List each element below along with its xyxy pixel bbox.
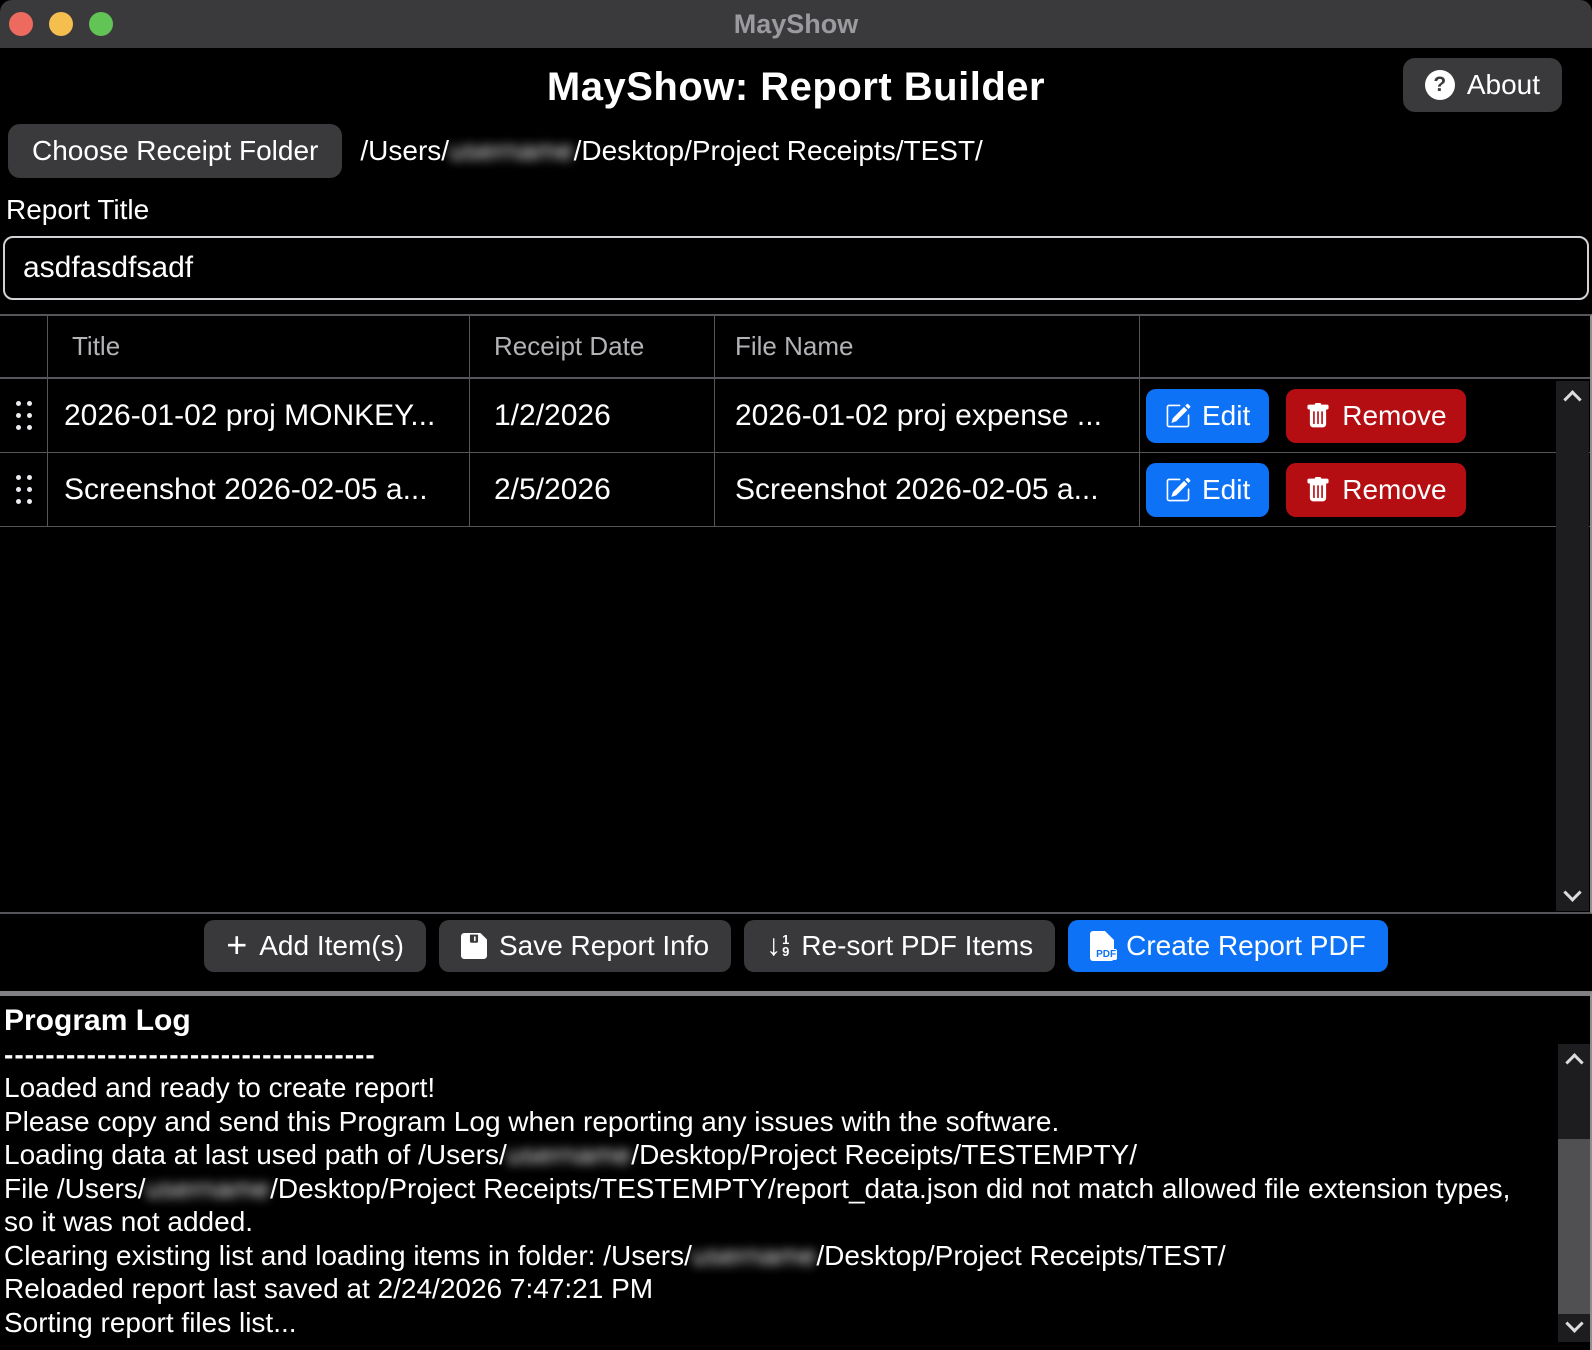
- choose-receipt-folder-button[interactable]: Choose Receipt Folder: [8, 124, 342, 178]
- remove-button-label: Remove: [1342, 400, 1446, 432]
- log-text: /Desktop/Project Receipts/TESTEMPTY/: [631, 1139, 1137, 1170]
- table-empty-area: [0, 527, 1590, 912]
- save-floppy-icon: [461, 933, 487, 959]
- item-file-name: 2026-01-02 proj expense ...: [715, 379, 1140, 452]
- sort-numeric-down-icon: ↓ 1 9: [766, 931, 789, 961]
- log-line: Loaded and ready to create report!: [4, 1071, 1547, 1105]
- titlebar: MayShow: [0, 0, 1592, 48]
- item-receipt-date: 1/2/2026: [470, 379, 715, 452]
- resort-pdf-items-button[interactable]: ↓ 1 9 Re-sort PDF Items: [744, 920, 1055, 972]
- sort-digit-bottom: 9: [782, 946, 789, 958]
- item-actions: Edit Remove: [1140, 453, 1590, 526]
- remove-button[interactable]: Remove: [1286, 463, 1465, 517]
- log-text: Loading data at last used path of /Users…: [4, 1139, 507, 1170]
- scroll-down-icon[interactable]: [1565, 1314, 1583, 1332]
- log-text: /Desktop/Project Receipts/TEST/: [816, 1240, 1225, 1271]
- pencil-square-icon: [1165, 477, 1191, 503]
- resort-pdf-items-label: Re-sort PDF Items: [801, 930, 1033, 962]
- log-line: File /Users/username/Desktop/Project Rec…: [4, 1172, 1547, 1239]
- arrow-down-glyph: ↓: [766, 931, 781, 961]
- program-log-separator: ------------------------------------: [4, 1038, 1547, 1071]
- create-report-pdf-button[interactable]: PDF Create Report PDF: [1068, 920, 1388, 972]
- log-text: Please copy and send this Program Log wh…: [4, 1106, 1059, 1137]
- question-circle-icon: ?: [1425, 70, 1455, 100]
- log-line: Loading data at last used path of /Users…: [4, 1138, 1547, 1172]
- item-title: 2026-01-02 proj MONKEY...: [48, 379, 470, 452]
- item-receipt-date: 2/5/2026: [470, 453, 715, 526]
- edit-button[interactable]: Edit: [1146, 389, 1269, 443]
- log-text: Reloaded report last saved at 2/24/2026 …: [4, 1273, 653, 1304]
- log-redacted: username: [146, 1173, 271, 1204]
- report-title-label: Report Title: [6, 194, 1592, 226]
- table-scrollbar[interactable]: [1556, 381, 1589, 911]
- item-file-name: Screenshot 2026-02-05 a...: [715, 453, 1140, 526]
- zoom-button[interactable]: [89, 12, 113, 36]
- path-prefix: /Users/: [360, 135, 449, 166]
- drag-handle-icon[interactable]: [0, 379, 48, 452]
- path-suffix: /Desktop/Project Receipts/TEST/: [574, 135, 983, 166]
- log-text: File /Users/: [4, 1173, 146, 1204]
- items-table: Title Receipt Date File Name 2026-01-02 …: [0, 314, 1592, 914]
- scroll-up-icon[interactable]: [1565, 1053, 1583, 1071]
- edit-button-label: Edit: [1202, 474, 1250, 506]
- log-text: Sorting report files list...: [4, 1307, 297, 1338]
- close-button[interactable]: [9, 12, 33, 36]
- log-line: Please copy and send this Program Log wh…: [4, 1105, 1547, 1139]
- about-button[interactable]: ? About: [1403, 58, 1562, 112]
- remove-button-label: Remove: [1342, 474, 1446, 506]
- trash-icon: [1305, 403, 1331, 429]
- folder-row: Choose Receipt Folder /Users/username/De…: [8, 124, 1592, 178]
- add-items-button[interactable]: + Add Item(s): [204, 920, 426, 972]
- edit-button-label: Edit: [1202, 400, 1250, 432]
- column-header-file-name: File Name: [715, 316, 1140, 377]
- log-redacted: username: [507, 1139, 632, 1170]
- log-text: Clearing existing list and loading items…: [4, 1240, 692, 1271]
- drag-handle-icon[interactable]: [0, 453, 48, 526]
- item-actions: Edit Remove: [1140, 379, 1590, 452]
- column-header-receipt-date: Receipt Date: [470, 316, 715, 377]
- log-line: Sorting report files list...: [4, 1306, 1547, 1340]
- log-redacted: username: [692, 1240, 817, 1271]
- scroll-up-icon[interactable]: [1563, 390, 1581, 408]
- log-line: Reloaded report last saved at 2/24/2026 …: [4, 1272, 1547, 1306]
- table-header-row: Title Receipt Date File Name: [0, 316, 1590, 379]
- page-title: MayShow: Report Builder: [547, 65, 1045, 110]
- app-window: MayShow MayShow: Report Builder ? About …: [0, 0, 1592, 1350]
- column-header-title: Title: [48, 316, 470, 377]
- path-redacted-username: username: [449, 135, 574, 166]
- trash-icon: [1305, 477, 1331, 503]
- log-text: Loaded and ready to create report!: [4, 1072, 435, 1103]
- titlebar-title: MayShow: [734, 9, 859, 40]
- scroll-down-icon[interactable]: [1563, 883, 1581, 901]
- program-log: Program Log ----------------------------…: [0, 996, 1592, 1344]
- remove-button[interactable]: Remove: [1286, 389, 1465, 443]
- edit-button[interactable]: Edit: [1146, 463, 1269, 517]
- program-log-title: Program Log: [4, 1004, 1547, 1038]
- bottom-toolbar: + Add Item(s) Save Report Info ↓ 1 9 Re-…: [0, 920, 1592, 972]
- pdf-icon-text: PDF: [1095, 949, 1117, 960]
- save-report-info-button[interactable]: Save Report Info: [439, 920, 731, 972]
- pdf-file-icon: PDF: [1090, 931, 1114, 961]
- scrollbar-thumb[interactable]: [1558, 1139, 1591, 1314]
- receipt-folder-path: /Users/username/Desktop/Project Receipts…: [360, 135, 982, 167]
- app-header: MayShow: Report Builder ? About: [0, 56, 1592, 118]
- add-items-label: Add Item(s): [259, 930, 404, 962]
- column-header-actions: [1140, 316, 1590, 377]
- minimize-button[interactable]: [49, 12, 73, 36]
- window-controls: [9, 12, 113, 36]
- table-row: 2026-01-02 proj MONKEY... 1/2/2026 2026-…: [0, 379, 1590, 453]
- create-report-pdf-label: Create Report PDF: [1126, 930, 1366, 962]
- drag-column-header: [0, 316, 48, 377]
- log-scrollbar[interactable]: [1558, 1044, 1591, 1342]
- about-button-label: About: [1467, 69, 1540, 101]
- log-line: Clearing existing list and loading items…: [4, 1239, 1547, 1273]
- table-row: Screenshot 2026-02-05 a... 2/5/2026 Scre…: [0, 453, 1590, 527]
- item-title: Screenshot 2026-02-05 a...: [48, 453, 470, 526]
- save-report-info-label: Save Report Info: [499, 930, 709, 962]
- report-title-input[interactable]: [3, 236, 1589, 300]
- pencil-square-icon: [1165, 403, 1191, 429]
